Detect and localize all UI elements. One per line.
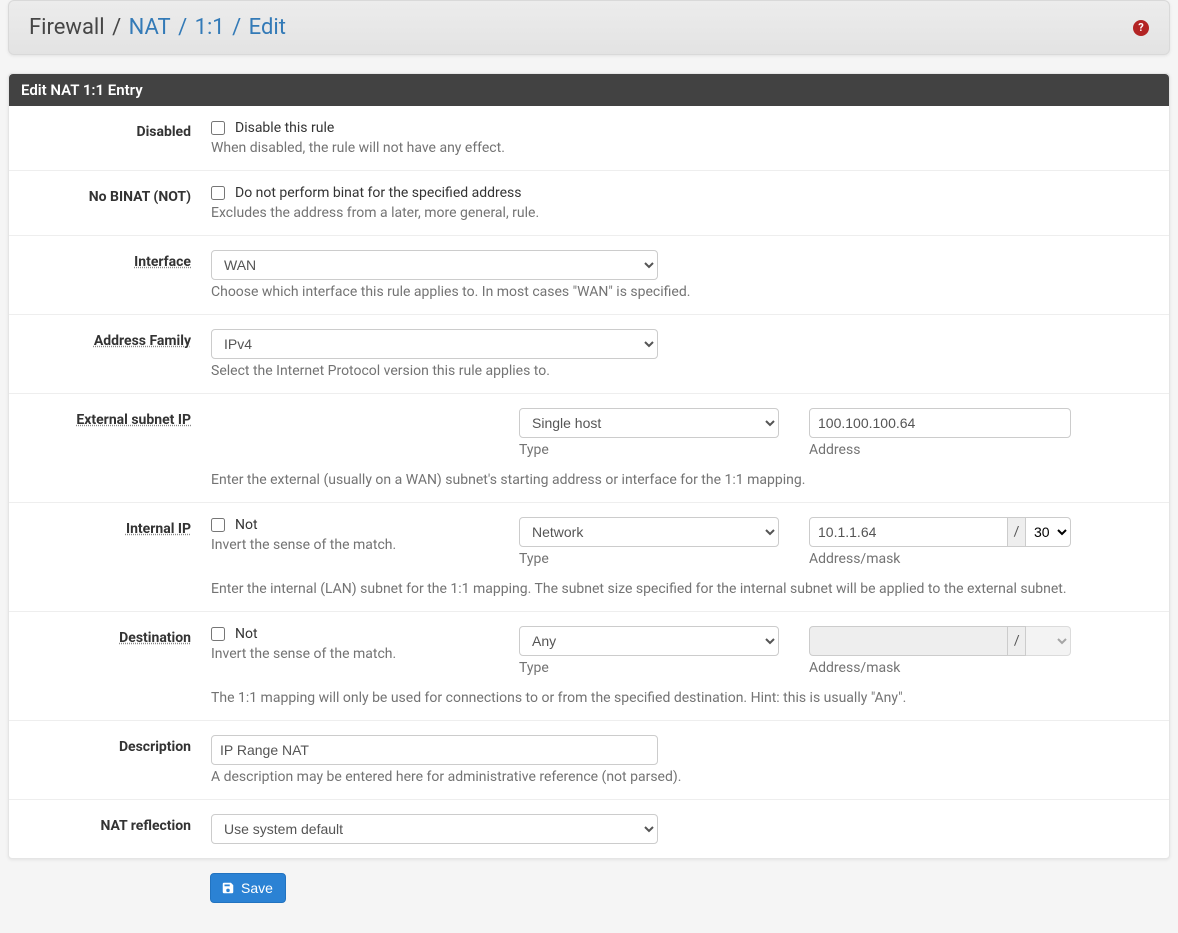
destination-not-label: Not (235, 626, 258, 642)
breadcrumb-nat[interactable]: NAT (129, 15, 171, 40)
internal-addrmask-label: Address/mask (809, 551, 1071, 567)
destination-help: The 1:1 mapping will only be used for co… (211, 690, 1157, 706)
interface-select[interactable]: WAN (211, 250, 658, 280)
internal-not-help: Invert the sense of the match. (211, 537, 489, 553)
panel-edit-nat: Edit NAT 1:1 Entry Disabled Disable this… (8, 73, 1170, 859)
description-input[interactable] (211, 735, 658, 765)
label-natreflection: NAT reflection (21, 814, 211, 844)
row-destination: Destination Not Invert the sense of the … (9, 612, 1169, 721)
label-description: Description (21, 735, 211, 785)
internal-not-label: Not (235, 517, 258, 533)
label-destination: Destination (119, 630, 191, 646)
disabled-checkbox[interactable] (211, 121, 225, 135)
row-natreflection: NAT reflection Use system default (9, 800, 1169, 858)
external-help: Enter the external (usually on a WAN) su… (211, 472, 1157, 488)
mask-separator: / (1008, 517, 1026, 547)
internal-not-checkbox[interactable] (211, 518, 225, 532)
internal-help: Enter the internal (LAN) subnet for the … (211, 581, 1157, 597)
interface-help: Choose which interface this rule applies… (211, 284, 1157, 300)
row-external: External subnet IP Single host Type Addr… (9, 394, 1169, 503)
addrfamily-help: Select the Internet Protocol version thi… (211, 363, 1157, 379)
destination-not-help: Invert the sense of the match. (211, 646, 489, 662)
save-icon (221, 881, 235, 895)
internal-address-input[interactable] (809, 517, 1008, 547)
description-help: A description may be entered here for ad… (211, 769, 1157, 785)
nobinat-checkbox-label: Do not perform binat for the specified a… (235, 185, 522, 201)
page-header: Firewall / NAT / 1:1 / Edit ? (8, 0, 1170, 55)
internal-mask-select[interactable]: 30 (1026, 517, 1071, 547)
save-button-label: Save (241, 880, 273, 896)
label-internal: Internal IP (126, 521, 191, 537)
row-disabled: Disabled Disable this rule When disabled… (9, 106, 1169, 171)
label-disabled: Disabled (21, 120, 211, 156)
breadcrumb-edit[interactable]: Edit (249, 15, 286, 40)
label-nobinat: No BINAT (NOT) (21, 185, 211, 221)
disabled-help: When disabled, the rule will not have an… (211, 140, 1157, 156)
row-nobinat: No BINAT (NOT) Do not perform binat for … (9, 171, 1169, 236)
row-interface: Interface WAN Choose which interface thi… (9, 236, 1169, 315)
row-description: Description A description may be entered… (9, 721, 1169, 800)
nobinat-help: Excludes the address from a later, more … (211, 205, 1157, 221)
save-button[interactable]: Save (210, 873, 286, 903)
destination-mask-select (1026, 626, 1071, 656)
row-addrfamily: Address Family IPv4 Select the Internet … (9, 315, 1169, 394)
external-type-label: Type (519, 442, 779, 458)
breadcrumb-root: Firewall (29, 15, 105, 40)
disabled-checkbox-label: Disable this rule (235, 120, 334, 136)
external-address-input[interactable] (809, 408, 1071, 438)
row-internal: Internal IP Not Invert the sense of the … (9, 503, 1169, 612)
destination-addrmask-label: Address/mask (809, 660, 1071, 676)
natreflection-select[interactable]: Use system default (211, 814, 658, 844)
destination-type-label: Type (519, 660, 779, 676)
save-row: Save (8, 859, 1170, 933)
external-address-label: Address (809, 442, 1071, 458)
breadcrumb-separator: / (105, 15, 129, 40)
mask-separator: / (1008, 626, 1026, 656)
label-addrfamily: Address Family (94, 333, 191, 349)
addrfamily-select[interactable]: IPv4 (211, 329, 658, 359)
label-interface: Interface (134, 254, 191, 270)
breadcrumb-separator: / (171, 15, 195, 40)
destination-not-checkbox[interactable] (211, 627, 225, 641)
breadcrumb: Firewall / NAT / 1:1 / Edit (29, 15, 286, 40)
help-icon[interactable]: ? (1133, 20, 1149, 36)
breadcrumb-1-1[interactable]: 1:1 (195, 15, 225, 40)
internal-type-select[interactable]: Network (519, 517, 779, 547)
external-type-select[interactable]: Single host (519, 408, 779, 438)
destination-address-input (809, 626, 1008, 656)
breadcrumb-separator: / (225, 15, 249, 40)
nobinat-checkbox[interactable] (211, 186, 225, 200)
panel-title: Edit NAT 1:1 Entry (9, 74, 1169, 106)
destination-type-select[interactable]: Any (519, 626, 779, 656)
internal-type-label: Type (519, 551, 779, 567)
label-external: External subnet IP (76, 412, 191, 428)
